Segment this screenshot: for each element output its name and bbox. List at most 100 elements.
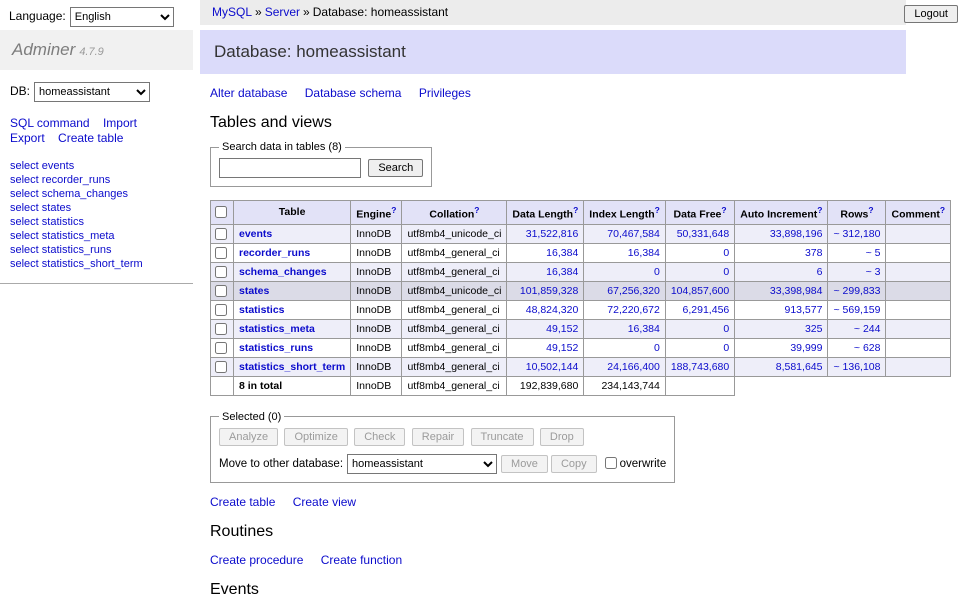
data-length-link[interactable]: 48,824,320 bbox=[526, 304, 579, 316]
sidebar-link-export[interactable]: Export bbox=[10, 131, 45, 145]
sidebar-table-link-statistics-meta[interactable]: select statistics_meta bbox=[10, 230, 115, 242]
auto-increment-link[interactable]: 33,898,196 bbox=[770, 228, 823, 240]
search-input[interactable] bbox=[219, 158, 361, 178]
sidebar-link-import[interactable]: Import bbox=[103, 116, 137, 130]
sidebar-link-create-table[interactable]: Create table bbox=[58, 131, 123, 145]
rows-count-link[interactable]: ~ 299,833 bbox=[833, 285, 880, 297]
index-length-link[interactable]: 0 bbox=[654, 342, 660, 354]
table-name-link[interactable]: events bbox=[239, 228, 272, 240]
help-link[interactable]: ? bbox=[721, 205, 726, 215]
data-length-link[interactable]: 49,152 bbox=[546, 342, 578, 354]
breadcrumb-mysql-link[interactable]: MySQL bbox=[212, 5, 252, 19]
help-link[interactable]: ? bbox=[391, 205, 396, 215]
data-free-link[interactable]: 0 bbox=[723, 247, 729, 259]
row-checkbox[interactable] bbox=[215, 228, 227, 240]
create-table-link[interactable]: Create table bbox=[210, 495, 275, 509]
rows-count-link[interactable]: ~ 569,159 bbox=[833, 304, 880, 316]
row-checkbox[interactable] bbox=[215, 323, 227, 335]
create-procedure-link[interactable]: Create procedure bbox=[210, 553, 303, 567]
help-link[interactable]: ? bbox=[573, 205, 578, 215]
index-length-link[interactable]: 72,220,672 bbox=[607, 304, 660, 316]
analyze-button[interactable]: Analyze bbox=[219, 428, 278, 446]
sidebar-table-link-statistics-short-term[interactable]: select statistics_short_term bbox=[10, 258, 143, 270]
rows-count-link[interactable]: ~ 136,108 bbox=[833, 361, 880, 373]
data-length-link[interactable]: 10,502,144 bbox=[526, 361, 579, 373]
row-checkbox[interactable] bbox=[215, 342, 227, 354]
truncate-button[interactable]: Truncate bbox=[471, 428, 534, 446]
auto-increment-link[interactable]: 378 bbox=[805, 247, 823, 259]
create-view-link[interactable]: Create view bbox=[293, 495, 356, 509]
row-checkbox[interactable] bbox=[215, 266, 227, 278]
table-name-link[interactable]: statistics_meta bbox=[239, 323, 315, 335]
data-free-link[interactable]: 188,743,680 bbox=[671, 361, 729, 373]
data-free-link[interactable]: 0 bbox=[723, 323, 729, 335]
table-name-link[interactable]: schema_changes bbox=[239, 266, 327, 278]
create-function-link[interactable]: Create function bbox=[321, 553, 402, 567]
row-checkbox[interactable] bbox=[215, 247, 227, 259]
help-link[interactable]: ? bbox=[817, 205, 822, 215]
move-button[interactable]: Move bbox=[501, 455, 548, 473]
table-name-link[interactable]: statistics_short_term bbox=[239, 361, 345, 373]
data-free-link[interactable]: 0 bbox=[723, 266, 729, 278]
data-free-link[interactable]: 104,857,600 bbox=[671, 285, 729, 297]
rows-count-link[interactable]: ~ 5 bbox=[866, 247, 881, 259]
data-length-link[interactable]: 16,384 bbox=[546, 247, 578, 259]
data-free-link[interactable]: 6,291,456 bbox=[683, 304, 730, 316]
language-select[interactable]: English bbox=[70, 7, 174, 27]
index-length-link[interactable]: 70,467,584 bbox=[607, 228, 660, 240]
copy-button[interactable]: Copy bbox=[551, 455, 597, 473]
auto-increment-link[interactable]: 6 bbox=[817, 266, 823, 278]
table-name-link[interactable]: states bbox=[239, 285, 269, 297]
logout-button[interactable]: Logout bbox=[904, 5, 958, 23]
auto-increment-link[interactable]: 39,999 bbox=[790, 342, 822, 354]
index-length-link[interactable]: 16,384 bbox=[628, 247, 660, 259]
auto-increment-link[interactable]: 325 bbox=[805, 323, 823, 335]
privileges-link[interactable]: Privileges bbox=[419, 86, 471, 100]
auto-increment-link[interactable]: 33,398,984 bbox=[770, 285, 823, 297]
data-length-link[interactable]: 49,152 bbox=[546, 323, 578, 335]
table-name-link[interactable]: statistics_runs bbox=[239, 342, 313, 354]
rows-count-link[interactable]: ~ 244 bbox=[854, 323, 881, 335]
search-button[interactable]: Search bbox=[368, 159, 423, 177]
table-name-link[interactable]: statistics bbox=[239, 304, 285, 316]
repair-button[interactable]: Repair bbox=[412, 428, 464, 446]
data-length-link[interactable]: 31,522,816 bbox=[526, 228, 579, 240]
move-db-select[interactable]: homeassistant bbox=[347, 454, 497, 474]
row-checkbox[interactable] bbox=[215, 304, 227, 316]
optimize-button[interactable]: Optimize bbox=[284, 428, 347, 446]
drop-button[interactable]: Drop bbox=[540, 428, 584, 446]
row-checkbox[interactable] bbox=[215, 361, 227, 373]
index-length-link[interactable]: 0 bbox=[654, 266, 660, 278]
db-select[interactable]: homeassistant bbox=[34, 82, 150, 102]
data-free-link[interactable]: 50,331,648 bbox=[677, 228, 730, 240]
rows-count-link[interactable]: ~ 312,180 bbox=[833, 228, 880, 240]
data-free-link[interactable]: 0 bbox=[723, 342, 729, 354]
breadcrumb-server-link[interactable]: Server bbox=[265, 5, 300, 19]
sidebar-table-link-recorder-runs[interactable]: select recorder_runs bbox=[10, 174, 110, 186]
sidebar-table-link-states[interactable]: select states bbox=[10, 202, 71, 214]
overwrite-checkbox[interactable] bbox=[605, 457, 617, 469]
index-length-link[interactable]: 24,166,400 bbox=[607, 361, 660, 373]
help-link[interactable]: ? bbox=[868, 205, 873, 215]
data-length-link[interactable]: 101,859,328 bbox=[520, 285, 578, 297]
check-button[interactable]: Check bbox=[354, 428, 405, 446]
row-checkbox[interactable] bbox=[215, 285, 227, 297]
sidebar-table-link-schema-changes[interactable]: select schema_changes bbox=[10, 188, 128, 200]
index-length-link[interactable]: 67,256,320 bbox=[607, 285, 660, 297]
sidebar-link-sql-command[interactable]: SQL command bbox=[10, 116, 90, 130]
sidebar-table-link-statistics[interactable]: select statistics bbox=[10, 216, 84, 228]
auto-increment-link[interactable]: 913,577 bbox=[785, 304, 823, 316]
select-all-checkbox[interactable] bbox=[215, 206, 227, 218]
rows-count-link[interactable]: ~ 628 bbox=[854, 342, 881, 354]
table-name-link[interactable]: recorder_runs bbox=[239, 247, 310, 259]
data-length-link[interactable]: 16,384 bbox=[546, 266, 578, 278]
rows-count-link[interactable]: ~ 3 bbox=[866, 266, 881, 278]
sidebar-table-link-events[interactable]: select events bbox=[10, 160, 74, 172]
help-link[interactable]: ? bbox=[655, 205, 660, 215]
auto-increment-link[interactable]: 8,581,645 bbox=[776, 361, 823, 373]
sidebar-table-link-statistics-runs[interactable]: select statistics_runs bbox=[10, 244, 111, 256]
database-schema-link[interactable]: Database schema bbox=[305, 86, 402, 100]
alter-database-link[interactable]: Alter database bbox=[210, 86, 287, 100]
help-link[interactable]: ? bbox=[940, 205, 945, 215]
help-link[interactable]: ? bbox=[474, 205, 479, 215]
